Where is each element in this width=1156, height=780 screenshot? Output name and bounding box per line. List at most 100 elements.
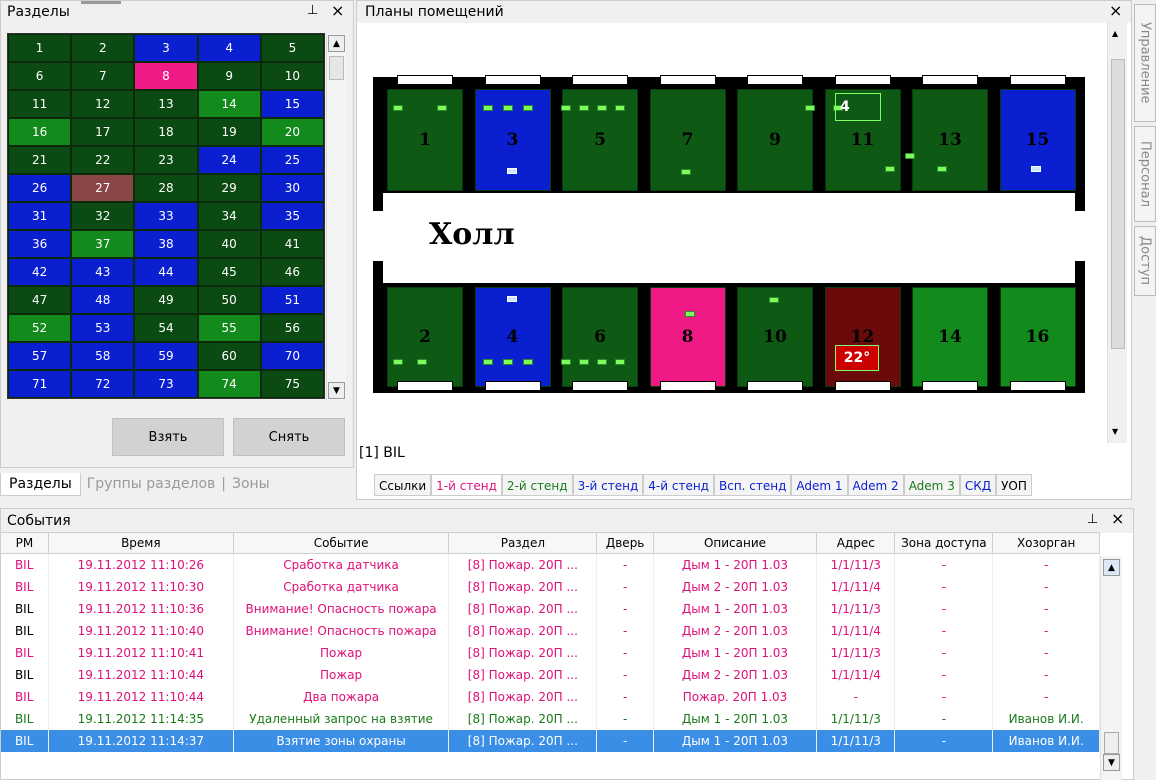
- section-cell[interactable]: 75: [260, 370, 324, 398]
- sensor-icon[interactable]: [417, 359, 427, 365]
- column-header[interactable]: Хозорган: [992, 532, 1100, 554]
- sensor-icon[interactable]: [905, 153, 915, 159]
- section-cell[interactable]: 5: [260, 34, 324, 62]
- events-pin-icon[interactable]: ⊥: [1087, 512, 1098, 527]
- section-cell[interactable]: 6: [8, 62, 72, 90]
- sensor-icon[interactable]: [615, 359, 625, 365]
- sensor-icon[interactable]: [393, 105, 403, 111]
- section-cell[interactable]: 32: [71, 202, 135, 230]
- section-cell[interactable]: 9: [197, 62, 261, 90]
- close-icon[interactable]: ×: [331, 1, 344, 20]
- floor-tab[interactable]: УОП: [996, 474, 1032, 496]
- table-row[interactable]: BIL 19.11.2012 11:10:30 Сработка датчика [8…: [0, 575, 1100, 598]
- section-cell[interactable]: 74: [197, 370, 261, 398]
- section-cell[interactable]: 71: [8, 370, 72, 398]
- room-bottom[interactable]: 14: [912, 287, 988, 387]
- sensor-icon[interactable]: [769, 297, 779, 303]
- section-cell[interactable]: 56: [260, 314, 324, 342]
- pin-icon[interactable]: ⊥: [307, 3, 318, 18]
- column-header[interactable]: Зона доступа: [894, 532, 994, 554]
- column-header[interactable]: Событие: [232, 532, 450, 554]
- section-cell[interactable]: 51: [260, 286, 324, 314]
- floor-tab[interactable]: Adem 3: [903, 474, 960, 496]
- sensor-icon[interactable]: [885, 166, 895, 172]
- scroll-thumb[interactable]: [329, 56, 344, 80]
- section-cell[interactable]: 30: [260, 174, 324, 202]
- column-header[interactable]: Адрес: [816, 532, 896, 554]
- plan-scroll-up-icon[interactable]: ▲: [1112, 29, 1118, 38]
- section-cell[interactable]: 58: [71, 342, 135, 370]
- plan-scroll-thumb[interactable]: [1111, 59, 1125, 349]
- section-cell[interactable]: 60: [197, 342, 261, 370]
- section-cell[interactable]: 25: [260, 146, 324, 174]
- section-cell[interactable]: 24: [197, 146, 261, 174]
- floor-tab[interactable]: Ссылки: [374, 474, 432, 496]
- take-button[interactable]: Взять: [112, 418, 224, 456]
- section-cell[interactable]: 72: [71, 370, 135, 398]
- section-cell[interactable]: 53: [71, 314, 135, 342]
- section-cell[interactable]: 35: [260, 202, 324, 230]
- events-scroll-down-icon[interactable]: ▼: [1103, 754, 1120, 771]
- section-cell[interactable]: 8: [134, 62, 198, 90]
- section-cell[interactable]: 4: [197, 34, 261, 62]
- section-cell[interactable]: 57: [8, 342, 72, 370]
- room-bottom[interactable]: 6: [562, 287, 638, 387]
- room-top[interactable]: 7: [649, 89, 726, 191]
- events-close-icon[interactable]: ×: [1111, 509, 1124, 528]
- section-cell[interactable]: 50: [197, 286, 261, 314]
- section-cell[interactable]: 59: [134, 342, 198, 370]
- section-cell[interactable]: 48: [71, 286, 135, 314]
- events-scroll-thumb[interactable]: [1104, 732, 1119, 754]
- table-row[interactable]: BIL 19.11.2012 11:10:40 Внимание! Опасност…: [0, 619, 1100, 642]
- floor-tab[interactable]: 2-й стенд: [501, 474, 573, 496]
- section-cell[interactable]: 12: [71, 90, 135, 118]
- room-top[interactable]: 9: [737, 89, 813, 191]
- section-cell[interactable]: 17: [71, 118, 135, 146]
- section-cell[interactable]: 26: [8, 174, 72, 202]
- section-cell[interactable]: 40: [197, 230, 261, 258]
- sensor-icon[interactable]: [685, 311, 695, 317]
- section-cell[interactable]: 1: [8, 34, 72, 62]
- column-header[interactable]: Описание: [652, 532, 818, 554]
- sensor-icon[interactable]: [579, 105, 589, 111]
- sensor-icon[interactable]: [805, 105, 815, 111]
- table-row[interactable]: BIL 19.11.2012 11:10:26 Сработка датчика [8…: [0, 553, 1100, 576]
- side-tab-control[interactable]: Управление: [1134, 4, 1156, 122]
- sensor-icon[interactable]: [561, 359, 571, 365]
- temperature-badge[interactable]: 22°: [835, 345, 879, 371]
- sensor-icon[interactable]: [1031, 166, 1041, 172]
- sensor-icon[interactable]: [579, 359, 589, 365]
- sensor-icon[interactable]: [503, 359, 513, 365]
- section-cell[interactable]: 54: [134, 314, 198, 342]
- column-header[interactable]: Время: [47, 532, 234, 554]
- sensor-icon[interactable]: [523, 105, 533, 111]
- section-cell[interactable]: 10: [260, 62, 324, 90]
- side-tab-access[interactable]: Доступ: [1134, 226, 1156, 296]
- section-cell[interactable]: 41: [260, 230, 324, 258]
- section-cell[interactable]: 52: [8, 314, 72, 342]
- floor-tab[interactable]: Adem 1: [791, 474, 848, 496]
- section-cell[interactable]: 29: [197, 174, 261, 202]
- section-cell[interactable]: 11: [8, 90, 72, 118]
- section-cell[interactable]: 70: [260, 342, 324, 370]
- section-cell[interactable]: 3: [134, 34, 198, 62]
- section-cell[interactable]: 23: [134, 146, 198, 174]
- sensor-icon[interactable]: [507, 168, 517, 174]
- room-top[interactable]: 13: [912, 89, 988, 191]
- section-cell[interactable]: 36: [8, 230, 72, 258]
- section-cell[interactable]: 46: [260, 258, 324, 286]
- section-cell[interactable]: 2: [71, 34, 135, 62]
- tab-sections[interactable]: Разделы: [0, 472, 81, 496]
- room-top[interactable]: 15: [999, 89, 1076, 191]
- table-row[interactable]: BIL 19.11.2012 11:14:37 Взятие зоны охраны…: [0, 729, 1100, 752]
- table-row[interactable]: BIL 19.11.2012 11:10:44 Пожар [8] Пожар. 20…: [0, 663, 1100, 686]
- sensor-icon[interactable]: [615, 105, 625, 111]
- section-cell[interactable]: 49: [134, 286, 198, 314]
- scroll-down-icon[interactable]: ▼: [328, 382, 345, 399]
- section-cell[interactable]: 43: [71, 258, 135, 286]
- plan-scrollbar[interactable]: ▲ ▼: [1107, 23, 1127, 443]
- column-header[interactable]: РМ: [0, 532, 49, 554]
- sensor-icon[interactable]: [437, 105, 447, 111]
- sensor-icon[interactable]: [503, 105, 513, 111]
- room-bottom[interactable]: 2: [387, 287, 463, 387]
